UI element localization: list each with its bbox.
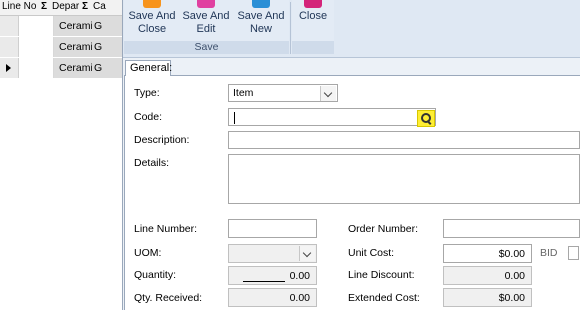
extended-cost-label: Extended Cost: — [348, 292, 420, 304]
quantity-value: 0.00 — [289, 270, 310, 282]
type-select-value: Item — [233, 87, 254, 99]
line-discount-value: 0.00 — [504, 270, 525, 282]
grid-cell-category[interactable]: G — [92, 58, 124, 78]
table-row[interactable]: Cerami G — [0, 16, 124, 36]
grid-cell[interactable] — [19, 16, 54, 36]
type-select[interactable]: Item — [228, 84, 338, 102]
ribbon-group-label-save: Save — [124, 41, 289, 54]
close-button[interactable]: Close — [293, 0, 333, 40]
details-label: Details: — [134, 157, 170, 169]
grid-cell-category[interactable]: G — [92, 37, 124, 57]
ribbon-group-label-close — [292, 41, 334, 54]
uom-label: UOM: — [134, 247, 162, 259]
save-edit-icon — [197, 0, 215, 8]
save-and-edit-button[interactable]: Save And Edit — [180, 0, 232, 40]
qty-received-value: 0.00 — [289, 292, 310, 304]
column-header-category[interactable]: Ca — [93, 0, 121, 16]
row-indicator — [0, 58, 19, 78]
unit-cost-label: Unit Cost: — [348, 247, 395, 259]
save-close-icon — [143, 0, 161, 8]
sigma-icon: Σ — [82, 1, 89, 12]
save-and-edit-label: Save And Edit — [182, 10, 230, 35]
description-input[interactable] — [228, 131, 580, 149]
qty-received-label: Qty. Received: — [134, 292, 203, 304]
code-input[interactable] — [228, 108, 436, 127]
order-number-input[interactable] — [443, 219, 580, 238]
line-number-label: Line Number: — [134, 223, 198, 235]
search-button[interactable] — [417, 110, 435, 127]
extended-cost-field[interactable]: $0.00 — [443, 288, 532, 307]
column-header-department[interactable]: Depar — [52, 0, 82, 16]
grid-cell[interactable] — [19, 58, 54, 78]
qty-received-field[interactable]: 0.00 — [228, 288, 317, 307]
close-icon — [304, 0, 322, 8]
line-discount-field[interactable]: 0.00 — [443, 266, 532, 285]
row-indicator — [0, 37, 19, 57]
save-and-new-label: Save And New — [237, 10, 285, 35]
line-discount-label: Line Discount: — [348, 269, 415, 281]
table-row[interactable]: Cerami G — [0, 37, 124, 57]
save-and-new-button[interactable]: Save And New — [234, 0, 288, 40]
type-label: Type: — [134, 87, 160, 99]
ribbon-separator — [290, 2, 291, 54]
quantity-field[interactable]: 0.00 — [228, 266, 317, 285]
unit-cost-input[interactable]: $0.00 — [443, 244, 532, 263]
code-label: Code: — [134, 111, 163, 123]
text-cursor — [234, 112, 235, 124]
quantity-label: Quantity: — [134, 269, 177, 281]
details-textarea[interactable] — [228, 154, 580, 204]
uom-select[interactable] — [228, 244, 317, 263]
extended-cost-value: $0.00 — [498, 292, 525, 304]
grid-header: Line No Σ Depar Σ Ca — [0, 0, 122, 16]
save-and-close-button[interactable]: Save And Close — [126, 0, 178, 40]
description-label: Description: — [134, 134, 190, 146]
save-new-icon — [252, 0, 270, 8]
current-row-arrow-icon — [6, 64, 11, 72]
grid-cell[interactable] — [19, 37, 54, 57]
bid-checkbox[interactable] — [568, 246, 579, 260]
chevron-down-icon[interactable] — [299, 246, 315, 261]
tab-general[interactable]: General: — [125, 60, 172, 76]
column-header-line-no[interactable]: Line No — [2, 0, 42, 16]
bid-label: BID — [540, 247, 558, 259]
close-label: Close — [298, 10, 328, 22]
unit-cost-value: $0.00 — [498, 248, 525, 260]
save-and-close-label: Save And Close — [128, 10, 176, 35]
table-row[interactable]: Cerami G — [0, 58, 124, 78]
grid-cell-category[interactable]: G — [92, 16, 124, 36]
chevron-down-icon[interactable] — [320, 86, 336, 101]
order-number-label: Order Number: — [348, 223, 419, 235]
sigma-icon: Σ — [41, 1, 48, 12]
row-indicator — [0, 16, 19, 36]
line-number-input[interactable] — [228, 219, 317, 238]
